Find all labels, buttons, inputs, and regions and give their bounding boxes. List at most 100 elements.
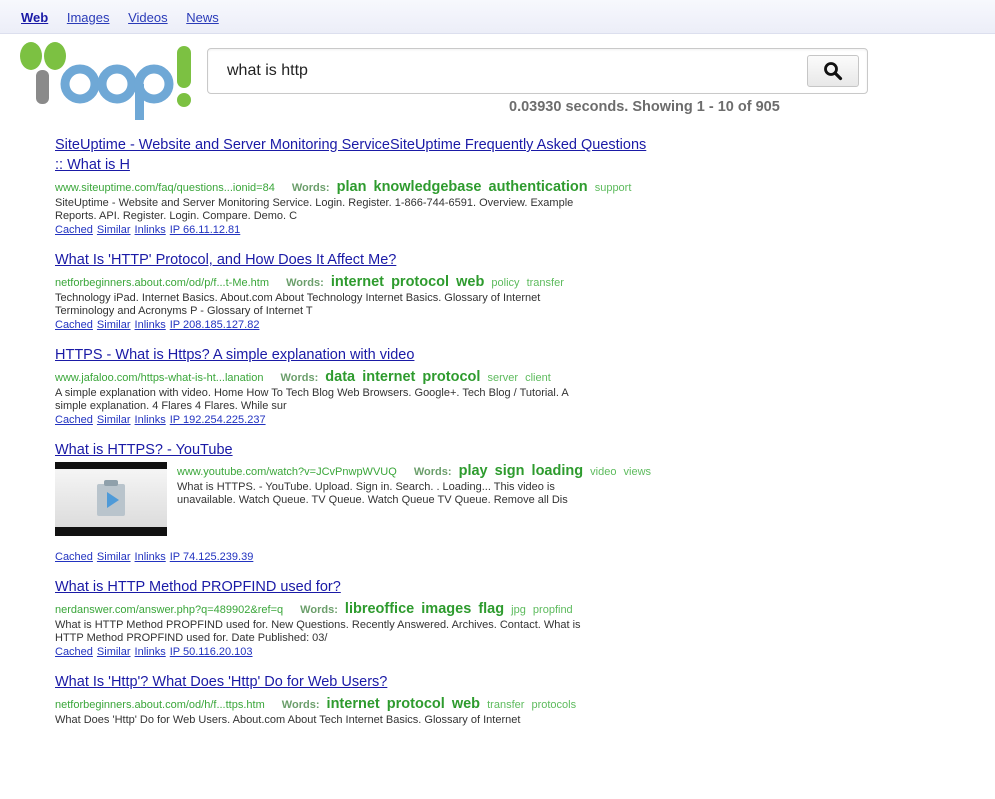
similar-link[interactable]: Similar xyxy=(97,551,131,563)
tab-images[interactable]: Images xyxy=(67,10,110,25)
snippet-line: Terminology and Acronyms P - Glossary of… xyxy=(55,305,313,317)
words-label: Words: xyxy=(291,182,330,194)
keyword: images xyxy=(421,601,472,617)
result-title-line[interactable]: What is HTTPS? - YouTube xyxy=(55,440,795,460)
result-title-link[interactable]: What Is 'HTTP' Protocol, and How Does It… xyxy=(55,250,795,270)
cached-link[interactable]: Cached xyxy=(55,551,93,563)
words-label: Words: xyxy=(280,372,319,384)
result-snippet: Technology iPad. Internet Basics. About.… xyxy=(55,292,795,318)
search-result: What Is 'Http'? What Does 'Http' Do for … xyxy=(55,672,795,727)
cached-link[interactable]: Cached xyxy=(55,319,93,331)
result-links: Cached Similar Inlinks IP 74.125.239.39 xyxy=(55,550,795,564)
result-title-line[interactable]: What Is 'Http'? What Does 'Http' Do for … xyxy=(55,672,795,692)
ip-link[interactable]: IP 74.125.239.39 xyxy=(170,551,254,563)
result-url: nerdanswer.com/answer.php?q=489902&ref=q xyxy=(55,604,284,616)
inlinks-link[interactable]: Inlinks xyxy=(135,551,166,563)
result-url: netforbeginners.about.com/od/p/f...t-Me.… xyxy=(55,277,270,289)
result-title-link[interactable]: What Is 'Http'? What Does 'Http' Do for … xyxy=(55,672,795,692)
snippet-line: SiteUptime - Website and Server Monitori… xyxy=(55,197,574,209)
words-label: Words: xyxy=(413,466,452,478)
keyword: data xyxy=(325,369,356,385)
result-title-link[interactable]: What is HTTP Method PROPFIND used for? xyxy=(55,577,795,597)
cached-link[interactable]: Cached xyxy=(55,646,93,658)
snippet-line: Technology iPad. Internet Basics. About.… xyxy=(55,292,541,304)
snippet-line: A simple explanation with video. Home Ho… xyxy=(55,387,569,399)
result-meta: netforbeginners.about.com/od/p/f...t-Me.… xyxy=(55,273,795,292)
similar-link[interactable]: Similar xyxy=(97,646,131,658)
keyword: support xyxy=(594,182,632,194)
result-url: www.jafaloo.com/https-what-is-ht...lanat… xyxy=(55,372,264,384)
search-type-tabs: Web Images Videos News xyxy=(21,10,234,25)
keyword: protocol xyxy=(386,696,445,712)
tab-news[interactable]: News xyxy=(186,10,219,25)
keyword: protocol xyxy=(422,369,481,385)
result-url: www.youtube.com/watch?v=JCvPnwpWVUQ xyxy=(177,466,397,478)
result-meta: nerdanswer.com/answer.php?q=489902&ref=q… xyxy=(55,600,795,619)
result-title-line[interactable]: HTTPS - What is Https? A simple explanat… xyxy=(55,345,795,365)
result-url: www.siteuptime.com/faq/questions...ionid… xyxy=(55,182,275,194)
similar-link[interactable]: Similar xyxy=(97,414,131,426)
video-thumbnail[interactable] xyxy=(55,462,167,536)
result-title-link[interactable]: SiteUptime - Website and Server Monitori… xyxy=(55,135,795,175)
keyword: sign xyxy=(494,463,525,479)
keyword: server xyxy=(487,372,519,384)
result-links: Cached Similar Inlinks IP 192.254.225.237 xyxy=(55,413,795,427)
result-title-line[interactable]: SiteUptime - Website and Server Monitori… xyxy=(55,135,795,155)
result-snippet: SiteUptime - Website and Server Monitori… xyxy=(55,197,795,223)
snippet-line: Reports. API. Register. Login. Compare. … xyxy=(55,210,298,222)
similar-link[interactable]: Similar xyxy=(97,319,131,331)
result-meta: www.siteuptime.com/faq/questions...ionid… xyxy=(55,178,795,197)
search-box xyxy=(207,48,868,94)
keyword: flag xyxy=(478,601,505,617)
yoop-logo[interactable] xyxy=(18,40,198,120)
search-icon xyxy=(824,62,843,81)
keyword: video xyxy=(590,466,617,478)
result-meta: netforbeginners.about.com/od/h/f...ttps.… xyxy=(55,695,795,714)
keyword: transfer xyxy=(526,277,564,289)
result-title-line[interactable]: What is HTTP Method PROPFIND used for? xyxy=(55,577,795,597)
result-snippet: What is HTTP Method PROPFIND used for. N… xyxy=(55,619,795,645)
snippet-line: HTTP Method PROPFIND used for. Date Publ… xyxy=(55,632,328,644)
result-meta: www.jafaloo.com/https-what-is-ht...lanat… xyxy=(55,368,795,387)
ip-link[interactable]: IP 208.185.127.82 xyxy=(170,319,260,331)
similar-link[interactable]: Similar xyxy=(97,224,131,236)
search-button[interactable] xyxy=(807,55,859,87)
keyword: jpg xyxy=(511,604,526,616)
keyword: internet xyxy=(362,369,416,385)
ip-link[interactable]: IP 50.116.20.103 xyxy=(170,646,253,658)
result-snippet: What is HTTPS. - YouTube. Upload. Sign i… xyxy=(177,481,655,507)
tab-web[interactable]: Web xyxy=(21,10,48,25)
result-title-line[interactable]: :: What is H xyxy=(55,155,795,175)
snippet-line: What Does 'Http' Do for Web Users. About… xyxy=(55,714,521,726)
keyword: client xyxy=(525,372,551,384)
search-result: What Is 'HTTP' Protocol, and How Does It… xyxy=(55,250,795,332)
cached-link[interactable]: Cached xyxy=(55,414,93,426)
inlinks-link[interactable]: Inlinks xyxy=(135,319,166,331)
keyword: play xyxy=(458,463,488,479)
keyword: libreoffice xyxy=(344,601,415,617)
result-title-line[interactable]: What Is 'HTTP' Protocol, and How Does It… xyxy=(55,250,795,270)
keyword: protocols xyxy=(531,699,577,711)
top-nav-bar: Web Images Videos News xyxy=(0,0,995,34)
search-result-video: What is HTTPS? - YouTube www.youtube.com… xyxy=(55,440,795,564)
result-title-link[interactable]: What is HTTPS? - YouTube xyxy=(55,440,795,460)
inlinks-link[interactable]: Inlinks xyxy=(135,646,166,658)
video-result-text: www.youtube.com/watch?v=JCvPnwpWVUQ Word… xyxy=(177,462,655,536)
words-label: Words: xyxy=(281,699,320,711)
tab-videos[interactable]: Videos xyxy=(128,10,168,25)
keyword: knowledgebase xyxy=(373,179,482,195)
result-links: Cached Similar Inlinks IP 66.11.12.81 xyxy=(55,223,795,237)
ip-link[interactable]: IP 192.254.225.237 xyxy=(170,414,266,426)
video-thumbnail-frame xyxy=(55,469,167,527)
keyword: web xyxy=(451,696,481,712)
video-row: www.youtube.com/watch?v=JCvPnwpWVUQ Word… xyxy=(55,462,795,536)
ip-link[interactable]: IP 66.11.12.81 xyxy=(170,224,241,236)
search-input[interactable] xyxy=(208,49,804,93)
inlinks-link[interactable]: Inlinks xyxy=(135,224,166,236)
result-title-link[interactable]: HTTPS - What is Https? A simple explanat… xyxy=(55,345,795,365)
result-snippet: A simple explanation with video. Home Ho… xyxy=(55,387,795,413)
inlinks-link[interactable]: Inlinks xyxy=(135,414,166,426)
keyword: propfind xyxy=(532,604,573,616)
keyword: protocol xyxy=(391,274,450,290)
cached-link[interactable]: Cached xyxy=(55,224,93,236)
